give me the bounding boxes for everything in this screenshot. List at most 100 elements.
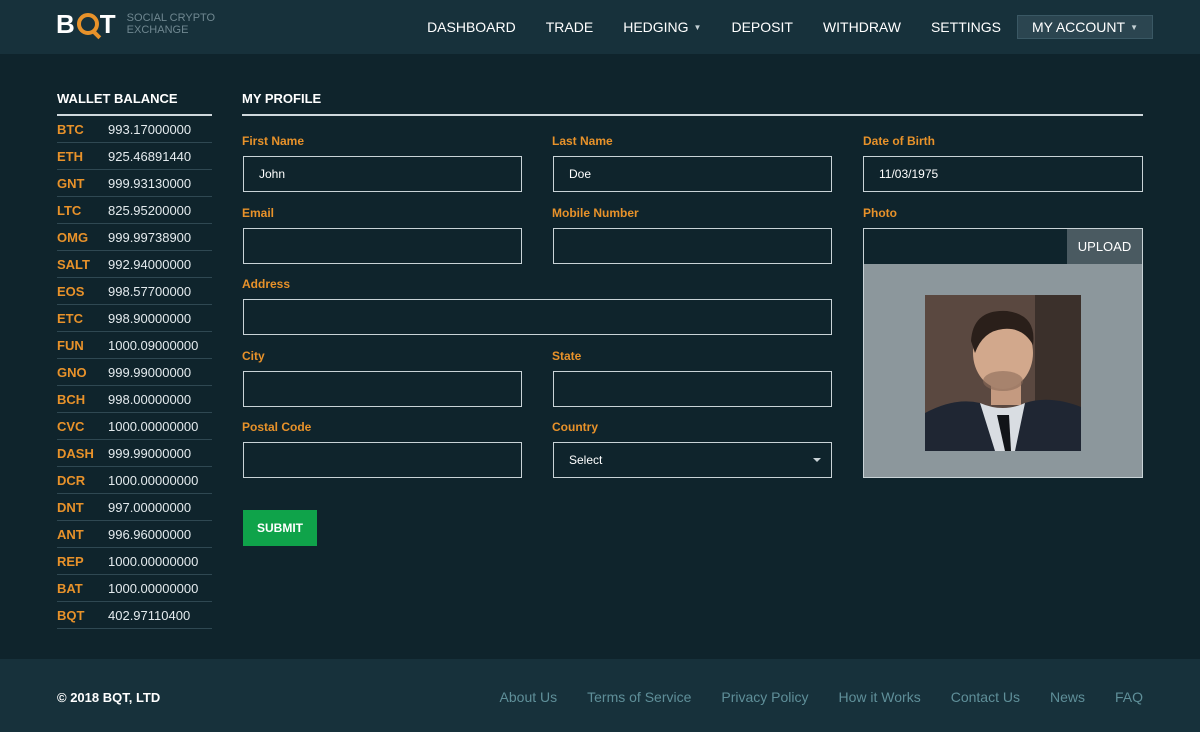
wallet-amount: 925.46891440 — [108, 148, 192, 164]
wallet-row: GNO 999.99000000 — [57, 359, 212, 386]
nav-dashboard-label: DASHBOARD — [427, 19, 516, 35]
country-select[interactable]: Select — [553, 442, 832, 478]
top-header: BT SOCIAL CRYPTO EXCHANGE DASHBOARD TRAD… — [0, 0, 1200, 54]
footer-link-news[interactable]: News — [1050, 689, 1085, 705]
wallet-balance-title: WALLET BALANCE — [57, 91, 212, 116]
logo-mark: BT — [56, 9, 117, 39]
wallet-amount: 825.95200000 — [108, 202, 192, 218]
wallet-row: ETH 925.46891440 — [57, 143, 212, 170]
nav-hedging-label: HEDGING — [623, 19, 689, 35]
nav-trade[interactable]: TRADE — [546, 19, 593, 35]
footer-link-faq[interactable]: FAQ — [1115, 689, 1143, 705]
wallet-coin: CVC — [57, 418, 85, 434]
photo-upload-box: UPLOAD — [863, 228, 1143, 478]
wallet-amount: 993.17000000 — [108, 121, 192, 137]
wallet-amount: 999.93130000 — [108, 175, 192, 191]
wallet-coin: DASH — [57, 445, 94, 461]
wallet-row: BTC 993.17000000 — [57, 116, 212, 143]
last-name-value: Doe — [569, 167, 592, 181]
wallet-row: GNT 999.93130000 — [57, 170, 212, 197]
wallet-balance-panel: WALLET BALANCE BTC 993.17000000 ETH 925.468… — [57, 91, 212, 629]
logo[interactable]: BT SOCIAL CRYPTO EXCHANGE — [56, 9, 215, 39]
photo-label: Photo — [863, 206, 897, 220]
email-input[interactable] — [243, 228, 522, 264]
mobile-input[interactable] — [553, 228, 832, 264]
state-label: State — [552, 349, 582, 363]
wallet-row: REP 1000.00000000 — [57, 548, 212, 575]
logo-tagline: SOCIAL CRYPTO EXCHANGE — [127, 12, 215, 36]
footer: © 2018 BQT, LTD About Us Terms of Servic… — [0, 659, 1200, 732]
footer-link-contact[interactable]: Contact Us — [951, 689, 1020, 705]
wallet-coin: BAT — [57, 580, 83, 596]
footer-link-about[interactable]: About Us — [500, 689, 558, 705]
wallet-row: BAT 1000.00000000 — [57, 575, 212, 602]
dob-input[interactable]: 11/03/1975 — [863, 156, 1143, 192]
upload-button[interactable]: UPLOAD — [1067, 229, 1142, 264]
first-name-input[interactable]: John — [243, 156, 522, 192]
nav-hedging[interactable]: HEDGING ▼ — [623, 19, 701, 35]
wallet-amount: 1000.00000000 — [108, 580, 199, 596]
first-name-label: First Name — [242, 134, 305, 148]
wallet-row: BCH 998.00000000 — [57, 386, 212, 413]
wallet-amount: 1000.00000000 — [108, 553, 199, 569]
city-label: City — [242, 349, 265, 363]
footer-link-privacy[interactable]: Privacy Policy — [721, 689, 808, 705]
wallet-row: ETC 998.90000000 — [57, 305, 212, 332]
nav-trade-label: TRADE — [545, 19, 594, 35]
photo-file-input[interactable] — [864, 229, 1068, 264]
wallet-amount: 999.99000000 — [108, 445, 192, 461]
wallet-row: CVC 1000.00000000 — [57, 413, 212, 440]
wallet-amount: 998.90000000 — [108, 310, 192, 326]
wallet-amount: 998.57700000 — [108, 283, 192, 299]
nav-withdraw-label: WITHDRAW — [822, 19, 901, 35]
wallet-row: DASH 999.99000000 — [57, 440, 212, 467]
nav-deposit-label: DEPOSIT — [731, 19, 793, 35]
wallet-coin: EOS — [57, 283, 85, 299]
last-name-label: Last Name — [552, 134, 613, 148]
postal-code-label: Postal Code — [242, 420, 312, 434]
nav-withdraw[interactable]: WITHDRAW — [823, 19, 901, 35]
wallet-coin: FUN — [57, 337, 84, 353]
nav-my-account[interactable]: MY ACCOUNT ▼ — [1016, 15, 1153, 39]
wallet-coin: GNO — [57, 364, 87, 380]
nav-deposit[interactable]: DEPOSIT — [731, 19, 792, 35]
wallet-coin: BCH — [57, 391, 86, 407]
logo-letter-t: T — [99, 9, 117, 39]
state-input[interactable] — [553, 371, 832, 407]
last-name-input[interactable]: Doe — [553, 156, 832, 192]
profile-title: MY PROFILE — [242, 91, 1143, 116]
address-label: Address — [242, 277, 291, 291]
nav-settings[interactable]: SETTINGS — [931, 19, 1001, 35]
chevron-down-icon: ▼ — [1130, 22, 1138, 32]
profile-panel: MY PROFILE First Name John Last Name Doe… — [242, 91, 1143, 546]
footer-links: About Us Terms of Service Privacy Policy… — [470, 689, 1143, 705]
city-input[interactable] — [243, 371, 522, 407]
country-selected-value: Select — [569, 453, 603, 467]
postal-code-input[interactable] — [243, 442, 522, 478]
footer-link-terms[interactable]: Terms of Service — [587, 689, 691, 705]
main-nav: DASHBOARD TRADE HEDGING ▼ DEPOSIT WITHDRA… — [427, 0, 1200, 54]
footer-link-how-it-works[interactable]: How it Works — [839, 689, 921, 705]
wallet-amount: 997.00000000 — [108, 499, 192, 515]
wallet-list: BTC 993.17000000 ETH 925.46891440 GNT 999.931… — [57, 116, 212, 629]
wallet-coin: LTC — [57, 202, 82, 218]
wallet-row: BQT 402.97110400 — [57, 602, 212, 629]
wallet-row: ANT 996.96000000 — [57, 521, 212, 548]
wallet-coin: DNT — [57, 499, 84, 515]
mobile-label: Mobile Number — [552, 206, 639, 220]
wallet-amount: 1000.09000000 — [108, 337, 199, 353]
wallet-coin: REP — [57, 553, 84, 569]
wallet-row: LTC 825.95200000 — [57, 197, 212, 224]
wallet-coin: DCR — [57, 472, 86, 488]
nav-dashboard[interactable]: DASHBOARD — [427, 19, 516, 35]
email-label: Email — [242, 206, 275, 220]
wallet-coin: BQT — [57, 607, 85, 623]
wallet-amount: 1000.00000000 — [108, 472, 199, 488]
wallet-coin: ANT — [57, 526, 84, 542]
wallet-row: DNT 997.00000000 — [57, 494, 212, 521]
address-input[interactable] — [243, 299, 832, 335]
submit-button[interactable]: SUBMIT — [243, 510, 317, 546]
tagline-line-2: EXCHANGE — [126, 24, 189, 36]
wallet-amount: 1000.00000000 — [108, 418, 199, 434]
first-name-value: John — [259, 167, 286, 181]
